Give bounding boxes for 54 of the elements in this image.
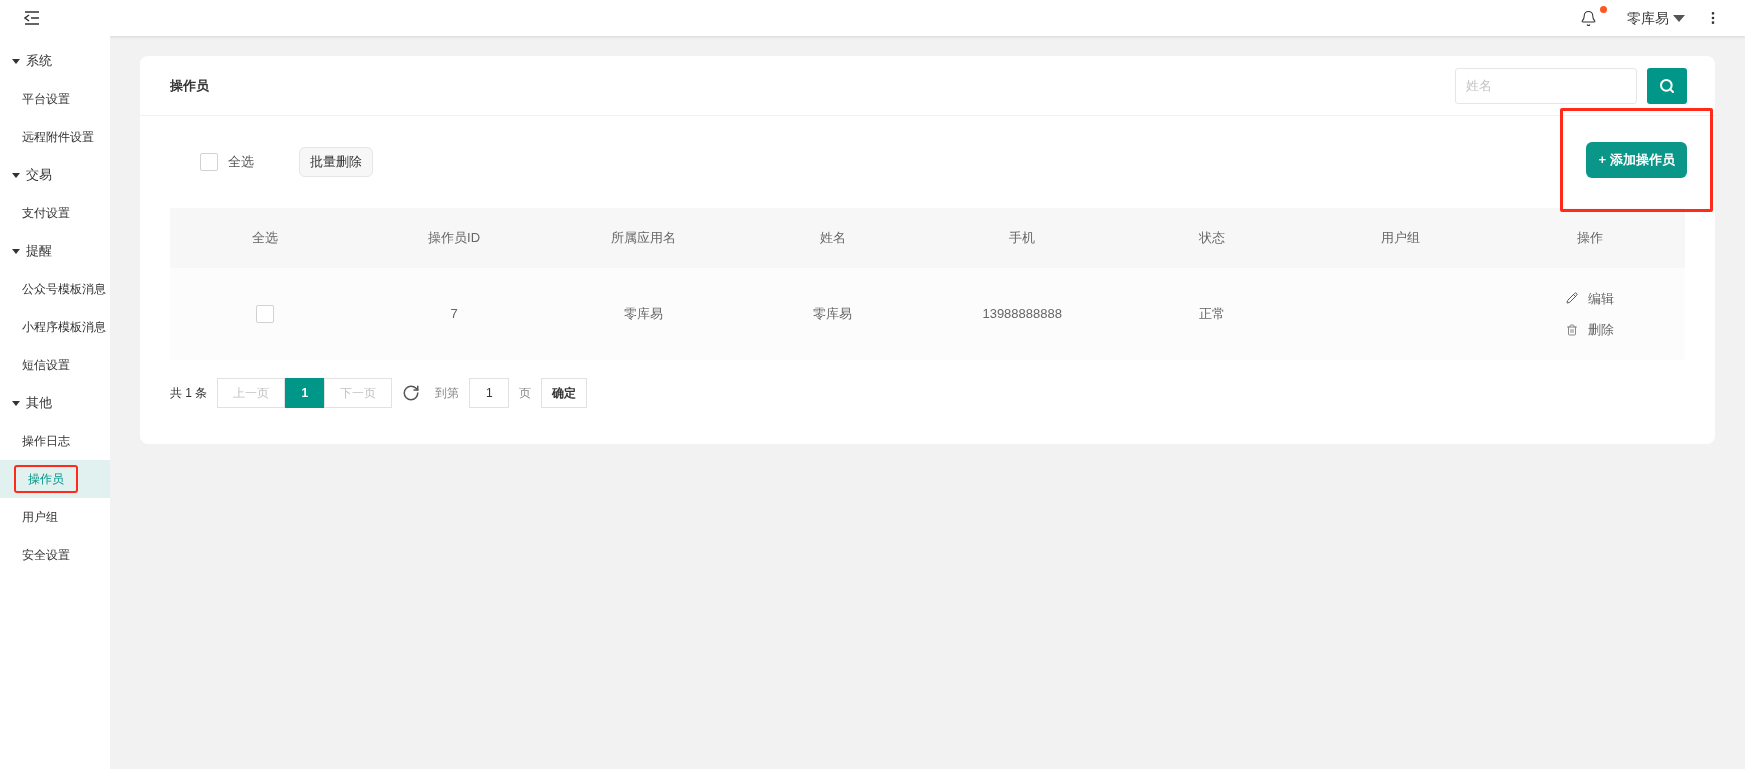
sidebar-group[interactable]: 系统	[0, 42, 110, 80]
caret-icon	[12, 172, 20, 178]
panel-title: 操作员	[170, 76, 209, 95]
trash-icon	[1565, 323, 1578, 336]
table-cell-text: 7	[449, 305, 459, 324]
table-cell-text: 零库易	[622, 305, 664, 324]
add-operator-button[interactable]: + 添加操作员	[1586, 142, 1687, 178]
sidebar-group[interactable]: 交易	[0, 156, 110, 194]
search-icon	[1659, 77, 1675, 94]
sidebar-group[interactable]: 提醒	[0, 232, 110, 270]
sidebar-group[interactable]: 其他	[0, 384, 110, 422]
sidebar-item[interactable]: 小程序模板消息	[0, 308, 110, 346]
column-header: 全选	[250, 229, 279, 248]
page-unit-label: 页	[519, 385, 532, 402]
goto-label: 到第	[435, 385, 460, 402]
column-header: 姓名	[818, 229, 847, 248]
caret-icon	[12, 400, 20, 406]
sidebar-item[interactable]: 支付设置	[0, 194, 110, 232]
sidebar-item[interactable]: 用户组	[0, 498, 110, 536]
confirm-button[interactable]: 确定	[541, 378, 588, 408]
bulk-delete-button[interactable]: 批量删除	[299, 147, 373, 177]
pencil-icon	[1565, 292, 1578, 305]
sidebar-item[interactable]: 平台设置	[0, 80, 110, 118]
caret-icon	[12, 58, 20, 64]
total-count: 共 1 条	[170, 385, 208, 402]
column-header: 所属应用名	[609, 229, 677, 248]
select-all-label[interactable]: 全选	[228, 152, 254, 172]
sidebar-item[interactable]: 公众号模板消息	[0, 270, 110, 308]
delete-link[interactable]: 删除	[1565, 320, 1614, 340]
user-menu[interactable]: 零库易	[1627, 7, 1685, 29]
column-header: 操作员ID	[427, 229, 482, 248]
sidebar-item[interactable]: 远程附件设置	[0, 118, 110, 156]
sidebar-item[interactable]: 安全设置	[0, 536, 110, 574]
search-button[interactable]	[1647, 67, 1687, 104]
edit-link[interactable]: 编辑	[1565, 288, 1614, 308]
caret-icon	[1673, 14, 1685, 22]
page-input[interactable]: 1	[469, 378, 510, 408]
select-all-checkbox[interactable]	[200, 153, 218, 171]
column-header: 用户组	[1380, 229, 1422, 248]
sidebar-item[interactable]: 操作日志	[0, 422, 110, 460]
menu-collapse-icon[interactable]	[24, 11, 40, 25]
column-header: 操作	[1576, 229, 1605, 248]
column-header: 手机	[1008, 229, 1037, 248]
sidebar-item[interactable]: 短信设置	[0, 346, 110, 384]
bell-icon[interactable]	[1580, 9, 1597, 27]
table-cell-text: 13988888888	[981, 305, 1063, 324]
refresh-icon[interactable]	[402, 384, 421, 402]
page-number-button[interactable]: 1	[285, 378, 325, 408]
table-cell-text: 正常	[1197, 305, 1226, 324]
caret-icon	[12, 248, 20, 254]
search-field[interactable]: 姓名	[1455, 67, 1637, 104]
column-header: 状态	[1197, 229, 1226, 248]
table-cell-text: 零库易	[812, 305, 854, 324]
row-checkbox[interactable]	[255, 305, 274, 323]
